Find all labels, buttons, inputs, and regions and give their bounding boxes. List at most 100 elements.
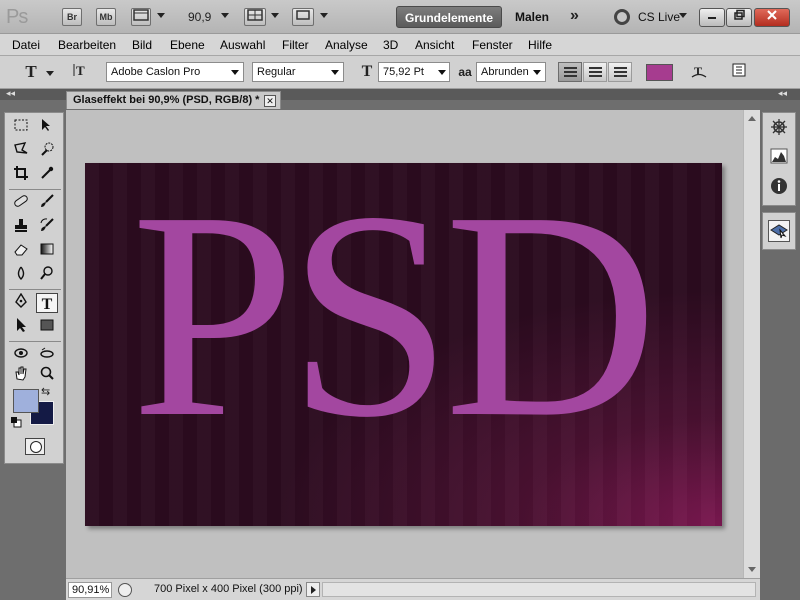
crop-icon xyxy=(14,166,28,180)
cs-live-icon[interactable] xyxy=(614,9,630,25)
close-tab-icon[interactable]: ✕ xyxy=(264,95,276,107)
workspace-grundelemente-button[interactable]: Grundelemente xyxy=(396,6,502,28)
close-button[interactable] xyxy=(754,8,790,27)
chevron-down-icon[interactable] xyxy=(320,13,328,18)
chevron-down-icon xyxy=(331,70,339,75)
menu-filter[interactable]: Filter xyxy=(282,38,309,52)
quick-selection-icon xyxy=(41,142,54,156)
healing-brush-tool[interactable] xyxy=(10,193,32,213)
align-center-icon xyxy=(589,67,602,78)
menu-fenster[interactable]: Fenster xyxy=(472,38,513,52)
align-left-button[interactable] xyxy=(558,62,582,82)
warp-text-icon: T xyxy=(691,64,707,78)
history-brush-tool[interactable] xyxy=(36,217,58,237)
lasso-tool[interactable] xyxy=(10,141,32,161)
scroll-down-icon[interactable] xyxy=(748,567,756,572)
document-tab[interactable]: Glaseffekt bei 90,9% (PSD, RGB/8) * ✕ xyxy=(66,91,281,109)
menu-auswahl[interactable]: Auswahl xyxy=(220,38,265,52)
hand-tool[interactable] xyxy=(10,365,32,385)
brush-icon xyxy=(41,194,54,207)
cs-live-button[interactable]: CS Live xyxy=(638,10,680,24)
dodge-tool[interactable] xyxy=(36,265,58,285)
chevron-down-icon[interactable] xyxy=(221,13,229,18)
navigator-panel-button[interactable] xyxy=(768,118,790,140)
minimize-button[interactable] xyxy=(699,8,725,27)
pen-tool[interactable] xyxy=(10,292,32,313)
vertical-scrollbar[interactable] xyxy=(743,110,760,578)
move-tool[interactable] xyxy=(36,117,58,137)
screen-mode-icon xyxy=(296,10,310,20)
chevron-down-icon[interactable] xyxy=(271,13,279,18)
restore-button[interactable] xyxy=(726,8,752,27)
3d-orbit-tool[interactable] xyxy=(36,345,58,365)
chevron-down-icon[interactable] xyxy=(679,13,687,18)
menu-ebene[interactable]: Ebene xyxy=(170,38,205,52)
align-right-button[interactable] xyxy=(608,62,632,82)
default-colors-icon[interactable] xyxy=(11,417,22,428)
type-tool[interactable]: T xyxy=(36,293,58,313)
swap-colors-icon[interactable]: ⇆ xyxy=(41,385,50,398)
align-center-button[interactable] xyxy=(583,62,607,82)
eyedropper-icon xyxy=(41,166,54,179)
mini-bridge-button[interactable]: Mb xyxy=(96,8,116,26)
text-orientation-button[interactable]: T xyxy=(70,62,92,82)
warp-text-button[interactable]: T xyxy=(688,62,710,82)
zoom-field[interactable]: 90,91% xyxy=(68,582,112,598)
scroll-up-icon[interactable] xyxy=(748,116,756,121)
foreground-color-swatch[interactable] xyxy=(13,389,39,413)
clone-stamp-tool[interactable] xyxy=(10,217,32,237)
info-panel-button[interactable] xyxy=(768,177,790,199)
font-family-select[interactable]: Adobe Caslon Pro xyxy=(106,62,244,82)
chevron-down-icon[interactable] xyxy=(157,13,165,18)
histogram-panel-button[interactable] xyxy=(768,147,790,169)
gradient-tool[interactable] xyxy=(36,241,58,261)
rectangle-tool[interactable] xyxy=(36,317,58,337)
chevron-down-icon[interactable] xyxy=(46,71,54,76)
view-extras-button[interactable] xyxy=(131,8,151,26)
info-icon xyxy=(771,178,787,194)
3d-rotate-tool[interactable] xyxy=(10,345,32,365)
quick-selection-tool[interactable] xyxy=(36,141,58,161)
menu-datei[interactable]: Datei xyxy=(12,38,40,52)
status-menu-button[interactable] xyxy=(306,582,320,597)
crop-tool[interactable] xyxy=(10,165,32,185)
arrange-documents-button[interactable] xyxy=(244,8,266,26)
menu-ansicht[interactable]: Ansicht xyxy=(415,38,454,52)
psd-text-layer[interactable]: PSD xyxy=(131,167,658,463)
menu-bearbeiten[interactable]: Bearbeiten xyxy=(58,38,116,52)
workspace-malen-button[interactable]: Malen xyxy=(515,10,549,24)
marquee-tool[interactable] xyxy=(10,117,32,137)
screen-mode-button[interactable] xyxy=(292,8,314,26)
quick-mask-button[interactable] xyxy=(25,438,45,455)
font-size-field[interactable]: 75,92 Pt xyxy=(378,62,450,82)
eraser-tool[interactable] xyxy=(10,241,32,261)
path-selection-tool[interactable] xyxy=(10,317,32,337)
text-color-swatch[interactable] xyxy=(646,64,673,81)
layers-panel-button[interactable] xyxy=(768,220,790,242)
font-size-value: 75,92 Pt xyxy=(383,66,424,78)
eyedropper-tool[interactable] xyxy=(36,165,58,185)
menu-analyse[interactable]: Analyse xyxy=(325,38,368,52)
blur-tool[interactable] xyxy=(10,265,32,285)
zoom-tool[interactable] xyxy=(36,365,58,385)
menu-bild[interactable]: Bild xyxy=(132,38,152,52)
antialias-select[interactable]: Abrunden xyxy=(476,62,546,82)
status-info-icon[interactable] xyxy=(118,583,132,597)
horizontal-scrollbar[interactable] xyxy=(322,582,756,597)
menu-3d[interactable]: 3D xyxy=(383,38,398,52)
hand-icon xyxy=(15,366,27,381)
ship-wheel-icon xyxy=(771,119,787,135)
brush-tool[interactable] xyxy=(36,193,58,213)
collapse-right-icon[interactable]: ◂◂ xyxy=(778,88,787,99)
zoom-level[interactable]: 90,9 xyxy=(188,10,211,24)
grid-layout-icon xyxy=(247,9,263,21)
menu-hilfe[interactable]: Hilfe xyxy=(528,38,552,52)
collapse-left-icon[interactable]: ◂◂ xyxy=(6,88,15,99)
tool-preset-picker[interactable]: T xyxy=(20,62,42,82)
font-style-select[interactable]: Regular xyxy=(252,62,344,82)
bridge-button[interactable]: Br xyxy=(62,8,82,26)
image-canvas[interactable]: PSD xyxy=(85,163,722,526)
character-panel-button[interactable] xyxy=(728,62,750,82)
more-workspaces-button[interactable]: » xyxy=(570,7,579,25)
font-size-icon: T xyxy=(361,63,373,80)
